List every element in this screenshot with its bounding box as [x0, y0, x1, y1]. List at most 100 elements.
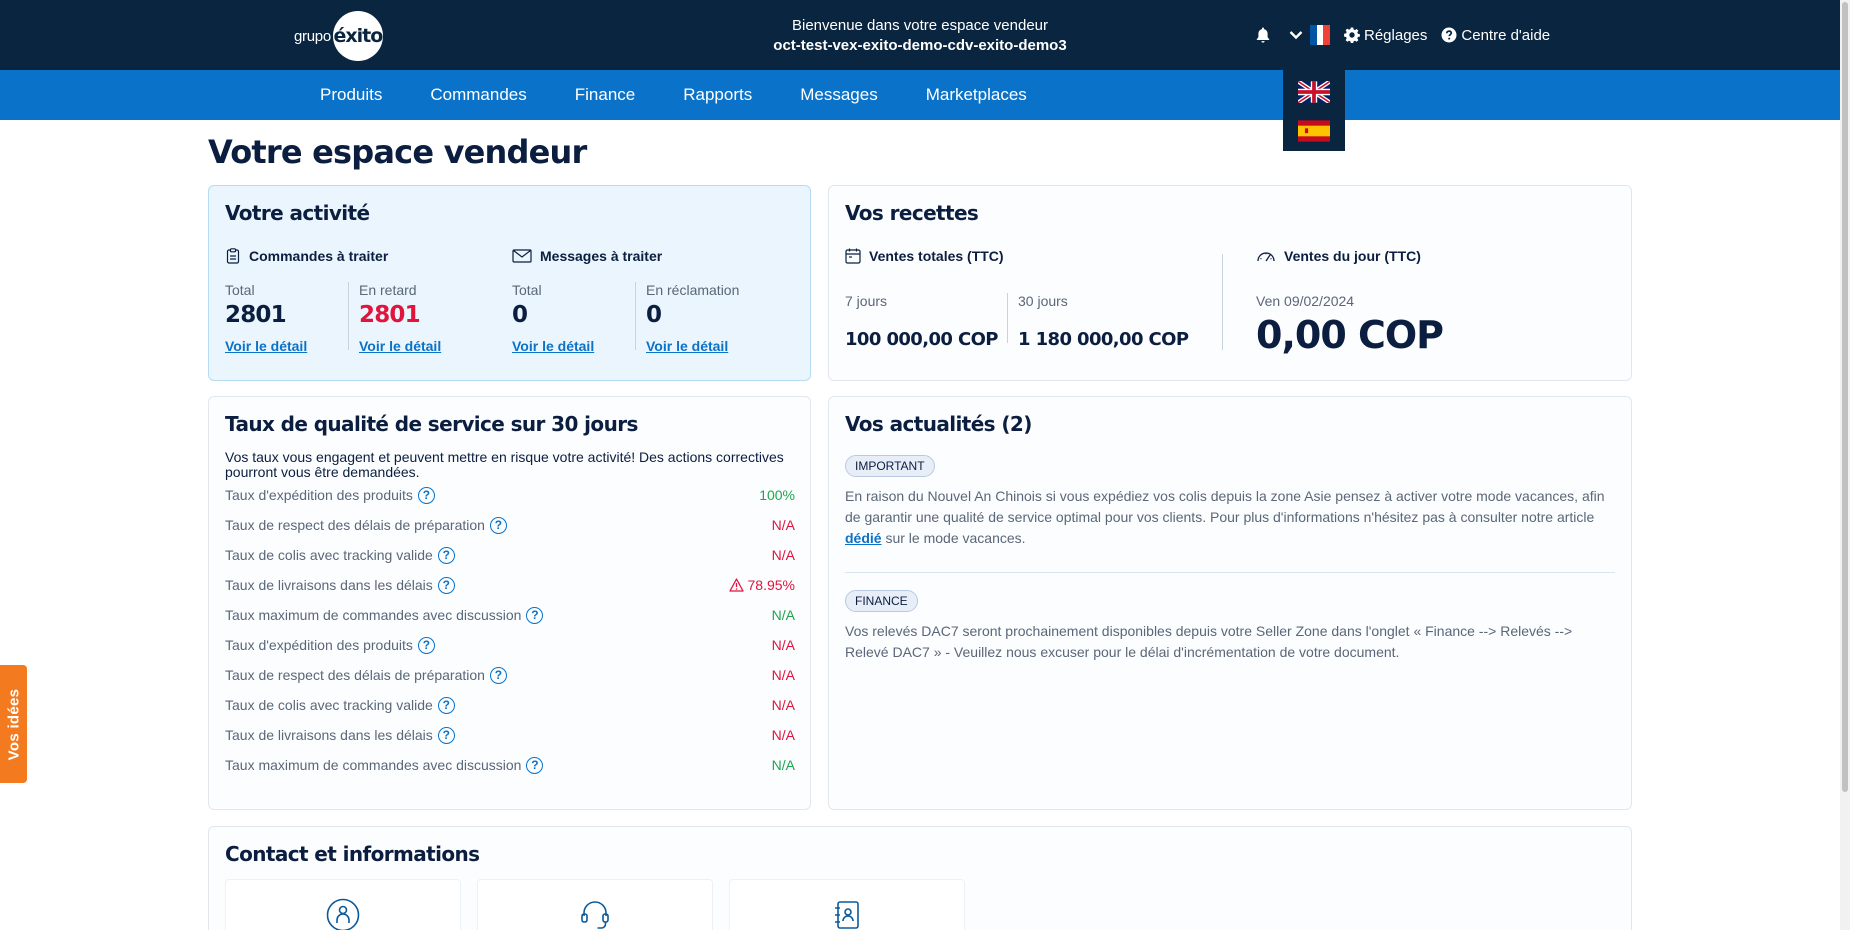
exito-logo[interactable]: grupo éxito — [294, 11, 383, 61]
chevron-down-icon[interactable] — [1284, 22, 1308, 48]
quality-row-label: Taux d'expédition des produits? — [225, 636, 435, 654]
scrollbar[interactable] — [1840, 0, 1850, 930]
scrollbar-thumb[interactable] — [1842, 2, 1848, 792]
news-divider — [845, 572, 1615, 573]
quality-row: Taux d'expédition des produits? N/A — [225, 635, 795, 655]
stat-label: Total — [512, 282, 542, 298]
contact-box-directory[interactable] — [729, 879, 965, 930]
help-label: Centre d'aide — [1461, 26, 1551, 44]
nav-item-rapports[interactable]: Rapports — [659, 70, 776, 120]
news-badge-important: IMPORTANT — [845, 455, 935, 477]
news-text-before: En raison du Nouvel An Chinois si vous e… — [845, 488, 1605, 525]
ideas-tab-label: Vos idées — [5, 688, 22, 760]
news-text-after: sur le mode vacances. — [881, 530, 1026, 546]
contact-box-support[interactable] — [477, 879, 713, 930]
nav-item-commandes[interactable]: Commandes — [406, 70, 550, 120]
question-circle-icon[interactable]: ? — [417, 636, 435, 654]
address-book-icon — [835, 901, 859, 929]
quality-row-value-text: N/A — [771, 517, 795, 533]
divider — [635, 282, 636, 350]
gauge-icon — [1257, 252, 1275, 262]
question-circle-icon[interactable]: ? — [437, 546, 455, 564]
flag-spain-icon[interactable] — [1298, 120, 1330, 142]
nav-item-messages[interactable]: Messages — [776, 70, 901, 120]
orders-section-header: Commandes à traiter — [225, 248, 388, 264]
quality-row-name: Taux de livraisons dans les délais — [225, 727, 433, 743]
quality-row: Taux maximum de commandes avec discussio… — [225, 605, 795, 625]
quality-row-value-text: N/A — [771, 607, 795, 623]
news-article-link[interactable]: dédié — [845, 530, 882, 546]
flag-uk-icon[interactable] — [1296, 79, 1332, 105]
headset-icon — [581, 901, 609, 929]
question-circle-icon[interactable]: ? — [526, 606, 544, 624]
user-circle-icon — [326, 898, 360, 930]
nav-item-marketplaces[interactable]: Marketplaces — [902, 70, 1051, 120]
question-circle-icon — [1441, 27, 1457, 43]
flag-france-icon[interactable] — [1310, 25, 1331, 45]
quality-row-label: Taux d'expédition des produits? — [225, 486, 435, 504]
quality-row-label: Taux maximum de commandes avec discussio… — [225, 606, 544, 624]
question-circle-icon[interactable]: ? — [489, 666, 507, 684]
quality-row-name: Taux de colis avec tracking valide — [225, 697, 433, 713]
messages-claim-stat: En réclamation 0 Voir le détail — [646, 282, 739, 354]
news-item-text: En raison du Nouvel An Chinois si vous e… — [845, 486, 1615, 549]
logo-grupo-text: grupo — [294, 27, 331, 45]
quality-row-value-text: 78.95% — [747, 577, 795, 593]
nav-item-finance[interactable]: Finance — [551, 70, 659, 120]
quality-row-value: N/A — [772, 607, 795, 623]
ideas-feedback-tab[interactable]: Vos idées — [0, 665, 27, 783]
quality-row-name: Taux maximum de commandes avec discussio… — [225, 757, 522, 773]
settings-label: Réglages — [1364, 26, 1428, 44]
quality-row-name: Taux de livraisons dans les délais — [225, 577, 433, 593]
calendar-icon — [845, 248, 861, 264]
nav-item-produits[interactable]: Produits — [296, 70, 406, 120]
orders-total-detail-link[interactable]: Voir le détail — [225, 338, 307, 354]
quality-row-label: Taux de colis avec tracking valide? — [225, 546, 455, 564]
quality-row-value: N/A — [772, 517, 795, 533]
logo-exito-text: éxito — [333, 25, 383, 47]
divider — [1222, 254, 1223, 350]
revenue-title: Vos recettes — [845, 201, 979, 225]
question-circle-icon[interactable]: ? — [526, 756, 544, 774]
quality-row-label: Taux de respect des délais de préparatio… — [225, 516, 507, 534]
total-sales-label: Ventes totales (TTC) — [869, 248, 1004, 264]
quality-row-value: N/A — [772, 757, 795, 773]
shop-name: oct-test-vex-exito-demo-cdv-exito-demo3 — [773, 37, 1067, 54]
question-circle-icon[interactable]: ? — [437, 696, 455, 714]
period-7d-value: 100 000,00 COP — [845, 329, 998, 350]
stat-label: En retard — [359, 282, 417, 298]
quality-row-label: Taux maximum de commandes avec discussio… — [225, 756, 544, 774]
messages-section-header: Messages à traiter — [512, 248, 662, 264]
period-30d-value: 1 180 000,00 COP — [1018, 329, 1189, 350]
quality-row-value-text: N/A — [771, 547, 795, 563]
bell-icon[interactable] — [1250, 22, 1276, 48]
quality-row-name: Taux d'expédition des produits — [225, 637, 413, 653]
messages-section-label: Messages à traiter — [540, 248, 663, 264]
quality-row-name: Taux de colis avec tracking valide — [225, 547, 433, 563]
orders-late-detail-link[interactable]: Voir le détail — [359, 338, 441, 354]
main-navigation: Produits Commandes Finance Rapports Mess… — [0, 70, 1840, 120]
quality-row-value: 100% — [759, 487, 795, 503]
contact-box-account[interactable] — [225, 879, 461, 930]
news-badge-finance: FINANCE — [845, 590, 918, 612]
quality-row: Taux de livraisons dans les délais? 78.95… — [225, 575, 795, 595]
question-circle-icon[interactable]: ? — [489, 516, 507, 534]
quality-row-value-text: N/A — [771, 727, 795, 743]
activity-card: Votre activité Commandes à traiter Messa… — [208, 185, 811, 381]
question-circle-icon[interactable]: ? — [417, 486, 435, 504]
logo-circle: éxito — [332, 11, 383, 61]
stat-value: 2801 — [225, 302, 287, 328]
settings-link[interactable]: Réglages — [1344, 27, 1427, 44]
quality-title: Taux de qualité de service sur 30 jours — [225, 412, 638, 436]
question-circle-icon[interactable]: ? — [437, 726, 455, 744]
quality-row-value-text: N/A — [771, 667, 795, 683]
quality-row-label: Taux de livraisons dans les délais? — [225, 576, 455, 594]
quality-row-value: N/A — [772, 637, 795, 653]
messages-total-detail-link[interactable]: Voir le détail — [512, 338, 594, 354]
question-circle-icon[interactable]: ? — [437, 576, 455, 594]
messages-claim-detail-link[interactable]: Voir le détail — [646, 338, 739, 354]
quality-row-label: Taux de respect des délais de préparatio… — [225, 666, 507, 684]
quality-row: Taux maximum de commandes avec discussio… — [225, 755, 795, 775]
news-title: Vos actualités (2) — [845, 412, 1032, 436]
help-center-link[interactable]: Centre d'aide — [1441, 27, 1550, 44]
